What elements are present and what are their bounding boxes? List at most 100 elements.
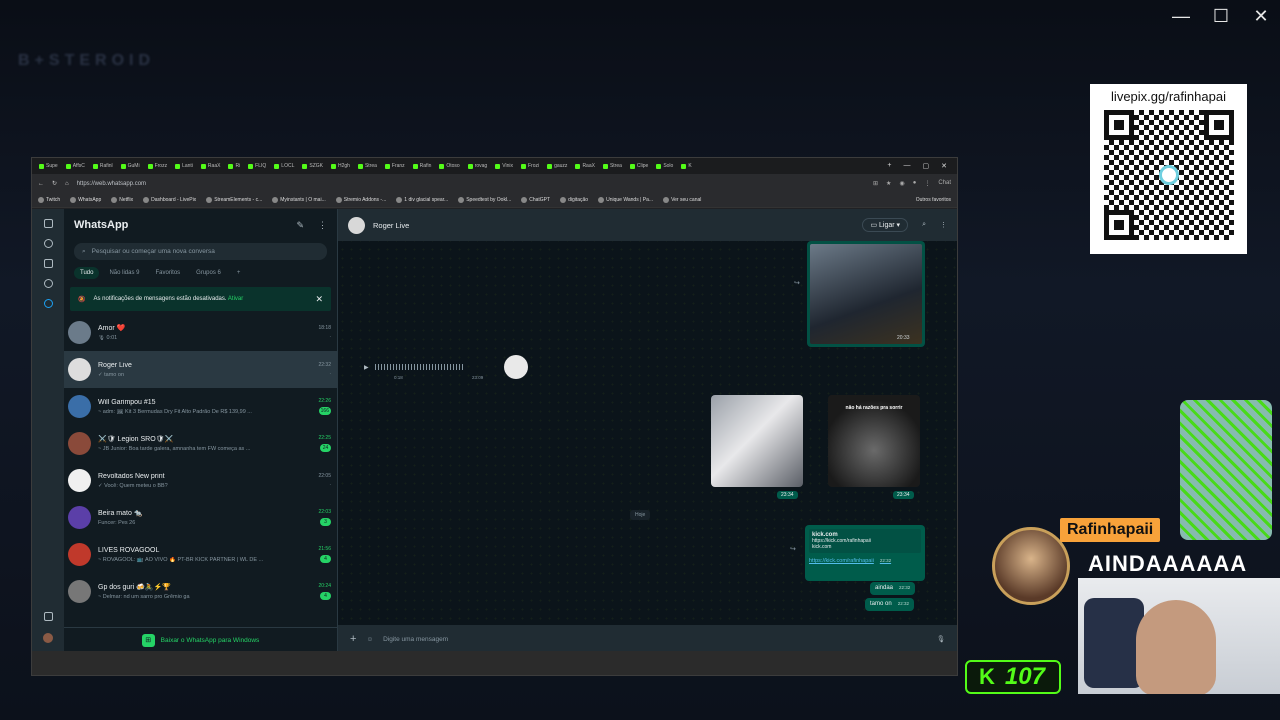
chat-list-item[interactable]: Gp dos guri 🍻🚴⚡🏆 ~ Delmar: nd um sarro pr… <box>64 573 337 610</box>
chat-list-item[interactable]: Will Garimpou #15 ~ adm: 🖼 Kit 3 Bermudas… <box>64 388 337 425</box>
browser-tab[interactable]: FLIQ <box>245 163 269 169</box>
browser-tab[interactable]: SZGK <box>299 163 326 169</box>
alert-message: AINDAAAAAA <box>1088 551 1248 576</box>
menu-icon[interactable]: ⋮ <box>924 180 930 187</box>
browser-tab[interactable]: Solo <box>653 163 676 169</box>
maximize-button[interactable]: ☐ <box>1212 6 1230 27</box>
other-bookmarks-folder[interactable]: Outros favoritos <box>916 197 951 203</box>
channels-icon[interactable] <box>43 259 53 268</box>
browser-tab[interactable]: Vinix <box>492 163 516 169</box>
profile-avatar[interactable] <box>43 633 53 643</box>
audio-waveform[interactable] <box>374 364 463 370</box>
browser-tab[interactable]: Supe <box>36 163 61 169</box>
play-icon[interactable]: ▶ <box>364 364 369 371</box>
browser-tab[interactable]: RaaX <box>572 163 598 169</box>
browser-tab[interactable]: H2gh <box>328 163 353 169</box>
tab-favicon-icon <box>520 163 526 169</box>
browser-tab[interactable]: rovag <box>465 163 491 169</box>
reload-icon[interactable]: ↻ <box>52 180 57 187</box>
bottom-strip <box>32 651 957 675</box>
search-input[interactable]: ⌕ Pesquisar ou começar uma nova conversa <box>74 243 327 260</box>
link-url[interactable]: https://kick.com/rafinhapaii 22:32 <box>809 558 921 564</box>
site-info-icon[interactable]: ⌂ <box>65 181 69 187</box>
attach-icon[interactable]: + <box>350 633 356 645</box>
filter-chip[interactable]: Não lidas 9 <box>103 267 145 279</box>
browser-tab[interactable]: Clipe <box>627 163 651 169</box>
browser-tab[interactable]: LOCL <box>271 163 297 169</box>
filter-chip[interactable]: Grupos 6 <box>190 267 227 279</box>
browser-tab[interactable]: Frozi <box>518 163 542 169</box>
bookmark-item[interactable]: Netflix <box>111 197 133 203</box>
chat-list-item[interactable]: Revoltados New print ✓ Você: Quem meteu o… <box>64 462 337 499</box>
browser-tab[interactable]: K <box>678 163 694 169</box>
browser-tab[interactable]: Franz <box>382 163 408 169</box>
chat-button[interactable]: Chat <box>938 180 951 187</box>
add-filter-icon[interactable]: + <box>231 267 247 279</box>
browser-tab[interactable]: Rafin <box>410 163 435 169</box>
browser-tab[interactable]: AffsC <box>63 163 88 169</box>
chat-list-item[interactable]: Amor ❤️ 🎙 0:01 18:18 · <box>64 314 337 351</box>
url-input[interactable]: https://web.whatsapp.com <box>77 181 146 187</box>
filter-chip[interactable]: Tudo <box>74 267 100 279</box>
chat-list-item[interactable]: ⚔️🛡 Legion SRO🛡⚔️ ~ JB Junior: Boa tarde … <box>64 425 337 462</box>
back-icon[interactable]: ← <box>38 181 44 187</box>
sticker-husky[interactable] <box>711 395 803 487</box>
browser-tab[interactable]: gauzz <box>544 163 570 169</box>
browser-tab[interactable]: Frozz <box>145 163 171 169</box>
bookmark-item[interactable]: StreamElements - c... <box>206 197 262 203</box>
browser-tab[interactable]: Strea <box>355 163 380 169</box>
browser-tab[interactable]: Lanti <box>172 163 196 169</box>
new-chat-icon[interactable]: ✎ <box>296 220 304 231</box>
download-banner[interactable]: ⊞ Baixar o WhatsApp para Windows <box>64 627 337 653</box>
call-button[interactable]: ▭ Ligar ▾ <box>862 218 909 232</box>
bookmark-item[interactable]: Ver seu canal <box>663 197 701 203</box>
menu-icon[interactable]: ⋮ <box>318 220 327 231</box>
profile-icon[interactable]: ● <box>913 180 917 187</box>
browser-tab[interactable]: Rafinl <box>90 163 116 169</box>
communities-icon[interactable] <box>43 279 53 288</box>
install-icon[interactable]: ⊞ <box>873 180 878 187</box>
emoji-icon[interactable]: ☺ <box>366 636 373 643</box>
message-input[interactable]: Digite uma mensagem <box>383 636 448 643</box>
chat-list-item[interactable]: Beira mato 🐀 Funcer: Pes 26 22:03 3 <box>64 499 337 536</box>
bookmark-item[interactable]: Myinstants | O mai... <box>272 197 326 203</box>
browser-tab[interactable]: Ri <box>225 163 243 169</box>
sticker-monkey[interactable]: não há razões pra sorrir <box>828 395 920 487</box>
browser-tab[interactable]: RaaX <box>198 163 224 169</box>
minimize-button[interactable]: — <box>1172 6 1190 27</box>
close-button[interactable]: ✕ <box>1252 6 1270 27</box>
link-preview[interactable]: kick.com https://kick.com/rafinhapaii ki… <box>809 529 921 553</box>
contact-avatar[interactable] <box>348 216 365 234</box>
bookmark-item[interactable]: ChatGPT <box>521 197 550 203</box>
bookmark-item[interactable]: Unique Wands | Pa... <box>598 197 653 203</box>
forward-icon[interactable]: ↪ <box>790 545 796 553</box>
chats-icon[interactable] <box>43 219 53 228</box>
bookmark-item[interactable]: 1 div glacial spear... <box>396 197 448 203</box>
bookmark-item[interactable]: WhatsApp <box>70 197 101 203</box>
forward-icon[interactable]: ↪ <box>794 279 800 287</box>
bookmark-item[interactable]: Stremio Addons -... <box>335 197 386 203</box>
chat-list-item[interactable]: LIVES ROVAGOOL ~ ROVAGOOL: 📺 AO VIVO 🔥 PT… <box>64 536 337 573</box>
browser-tab[interactable]: GuMi <box>118 163 143 169</box>
browser-tab[interactable]: Otoso <box>436 163 462 169</box>
activate-link[interactable]: Ativar <box>228 296 243 302</box>
mic-icon[interactable]: 🎙 <box>937 635 945 643</box>
bookmark-star-icon[interactable]: ★ <box>886 180 891 187</box>
bookmark-item[interactable]: Speedtest by Ookl... <box>458 197 511 203</box>
chat-list-item[interactable]: Roger Live ✓ tamo on 22:32 · <box>64 351 337 388</box>
media-icon[interactable] <box>43 612 53 621</box>
filter-chip[interactable]: Favoritos <box>149 267 186 279</box>
bookmark-item[interactable]: digitação <box>560 197 588 203</box>
browser-tab[interactable]: Strea <box>600 163 625 169</box>
status-icon[interactable] <box>43 239 53 248</box>
search-icon[interactable]: ⌕ <box>922 221 926 229</box>
conversation-header[interactable]: Roger Live ▭ Ligar ▾ ⌕ ⋮ <box>338 209 957 241</box>
close-icon[interactable]: ✕ <box>315 294 323 305</box>
extension-icon[interactable]: ◉ <box>899 180 904 187</box>
bookmark-item[interactable]: Dashboard - LivePix <box>143 197 196 203</box>
contact-name[interactable]: Roger Live <box>373 221 409 230</box>
image-message-moto[interactable] <box>807 241 925 347</box>
menu-icon[interactable]: ⋮ <box>940 221 947 229</box>
meta-ai-icon[interactable] <box>43 299 53 308</box>
bookmark-item[interactable]: Twitch <box>38 197 60 203</box>
